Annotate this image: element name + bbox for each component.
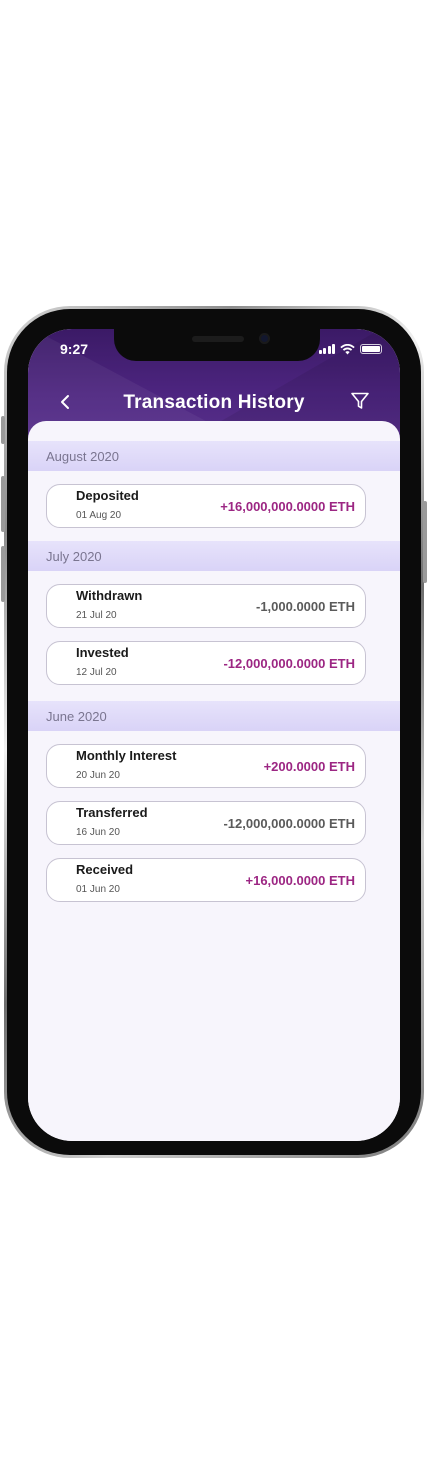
transaction-amount: +16,000.0000 ETH: [245, 873, 356, 888]
transaction-item[interactable]: Withdrawn 21 Jul 20 -1,000.0000 ETH: [46, 584, 366, 628]
transaction-date: 16 Jun 20: [76, 827, 120, 838]
cellular-signal-icon: [318, 344, 335, 354]
transaction-item[interactable]: Transferred 16 Jun 20 -12,000,000.0000 E…: [46, 801, 366, 845]
transaction-item[interactable]: Received 01 Jun 20 +16,000.0000 ETH: [46, 858, 366, 902]
status-time: 9:27: [60, 341, 89, 357]
transaction-date: 12 Jul 20: [76, 667, 117, 678]
transaction-name: Withdrawn: [76, 588, 143, 603]
month-header: June 2020: [28, 701, 400, 731]
month-header: August 2020: [28, 441, 400, 471]
status-icons: [318, 343, 382, 355]
notch: [114, 329, 320, 361]
transaction-date: 01 Aug 20: [76, 510, 122, 521]
transaction-amount: -1,000.0000 ETH: [255, 599, 355, 614]
volume-up-button: [1, 476, 5, 532]
transaction-name: Invested: [76, 645, 129, 660]
battery-icon: [360, 344, 382, 354]
transaction-list: August 2020 Deposited 01 Aug 20 +16,000,…: [28, 421, 400, 1141]
phone-frame: 9:27 Transaction History August 2020 Dep…: [1, 306, 427, 1158]
transaction-date: 01 Jun 20: [76, 884, 120, 895]
filter-icon: [351, 392, 369, 409]
front-camera: [259, 333, 270, 344]
transaction-item[interactable]: Monthly Interest 20 Jun 20 +200.0000 ETH: [46, 744, 366, 788]
transaction-date: 20 Jun 20: [76, 770, 120, 781]
filter-button[interactable]: [348, 389, 372, 413]
transaction-amount: +16,000,000.0000 ETH: [220, 499, 355, 514]
transaction-item[interactable]: Invested 12 Jul 20 -12,000,000.0000 ETH: [46, 641, 366, 685]
phone-bezel: 9:27 Transaction History August 2020 Dep…: [7, 309, 421, 1155]
volume-down-button: [1, 546, 5, 602]
transaction-amount: -12,000,000.0000 ETH: [223, 656, 355, 671]
transaction-name: Received: [76, 862, 134, 877]
transaction-name: Deposited: [76, 488, 139, 503]
wifi-icon: [340, 343, 355, 354]
mute-switch: [1, 416, 5, 444]
earpiece: [192, 336, 244, 342]
transaction-name: Transferred: [76, 805, 148, 820]
month-header: July 2020: [28, 541, 400, 571]
transaction-amount: +200.0000 ETH: [263, 759, 355, 774]
power-button: [423, 501, 427, 583]
transaction-date: 21 Jul 20: [76, 610, 117, 621]
screen: 9:27 Transaction History August 2020 Dep…: [28, 329, 400, 1141]
page-title: Transaction History: [123, 392, 305, 413]
transaction-item[interactable]: Deposited 01 Aug 20 +16,000,000.0000 ETH: [46, 484, 366, 528]
transaction-name: Monthly Interest: [76, 748, 177, 763]
transaction-amount: -12,000,000.0000 ETH: [223, 816, 355, 831]
